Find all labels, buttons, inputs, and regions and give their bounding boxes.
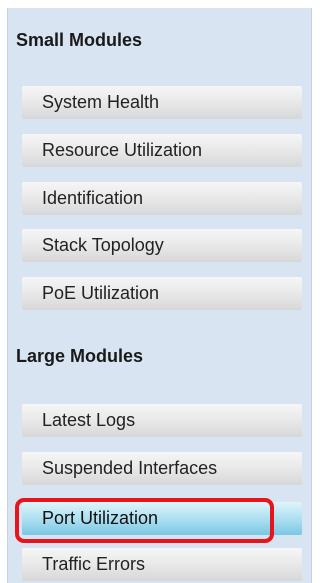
module-stack-topology[interactable]: Stack Topology — [22, 229, 302, 262]
module-identification[interactable]: Identification — [22, 182, 302, 215]
module-system-health[interactable]: System Health — [22, 86, 302, 119]
large-modules-heading: Large Modules — [16, 346, 144, 366]
small-modules-heading: Small Modules — [16, 30, 143, 50]
module-suspended-interfaces[interactable]: Suspended Interfaces — [22, 452, 302, 485]
module-poe-utilization[interactable]: PoE Utilization — [22, 277, 302, 310]
module-port-utilization[interactable]: Port Utilization — [22, 502, 302, 535]
module-traffic-errors[interactable]: Traffic Errors — [22, 548, 302, 581]
module-resource-utilization[interactable]: Resource Utilization — [22, 134, 302, 167]
module-latest-logs[interactable]: Latest Logs — [22, 404, 302, 437]
